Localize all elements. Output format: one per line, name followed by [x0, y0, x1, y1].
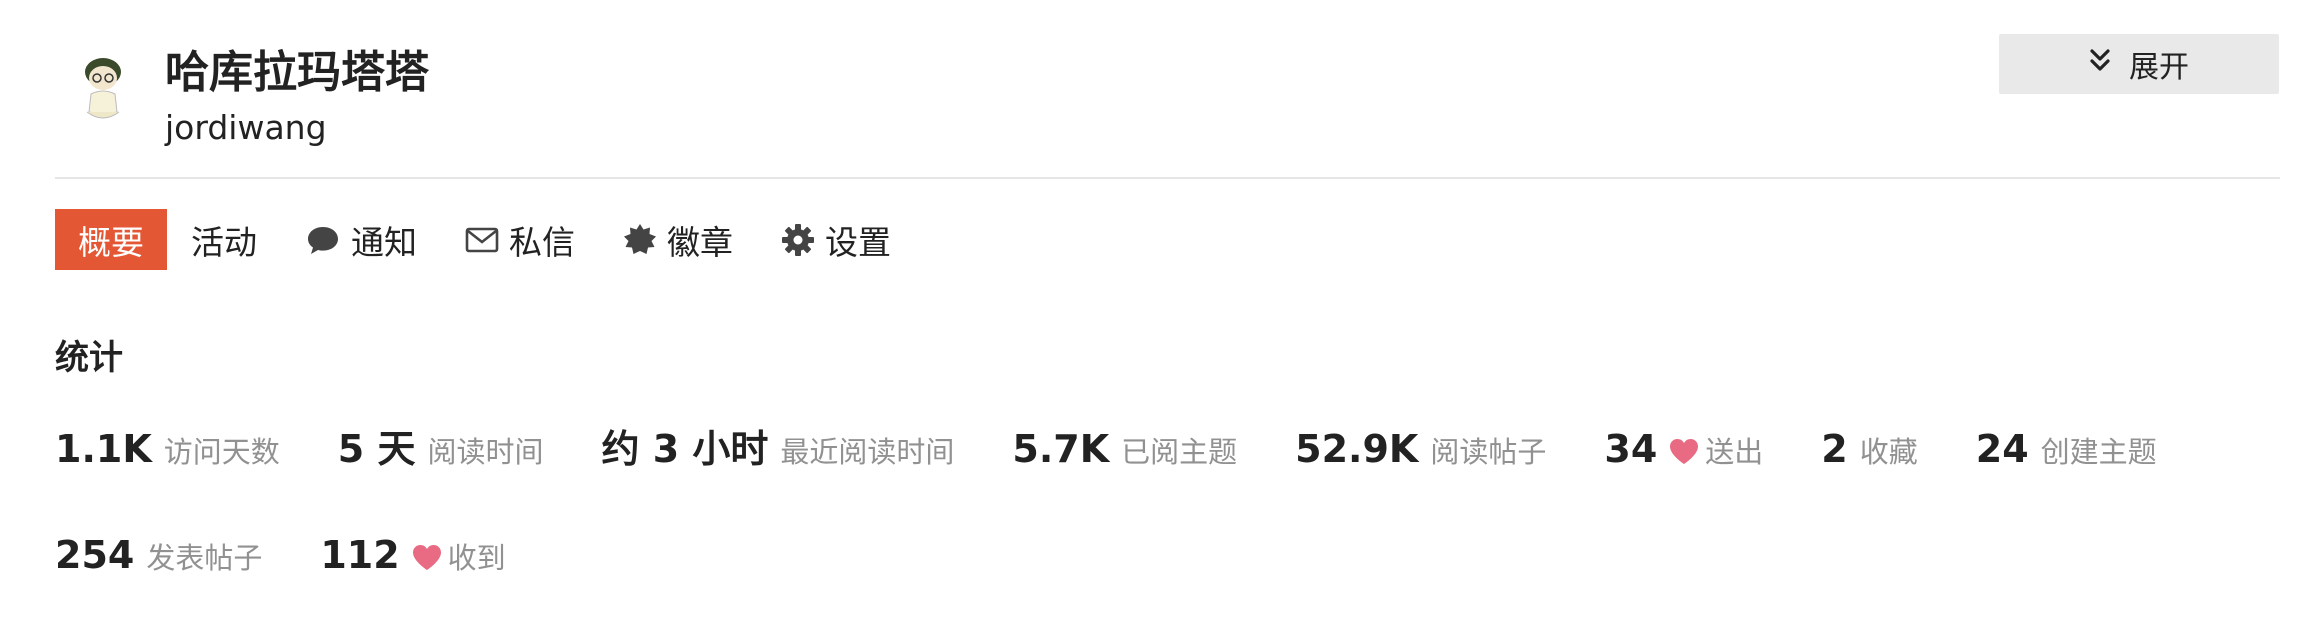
stat-value: 5.7K: [1012, 427, 1110, 471]
stat-label: 访问天数: [163, 435, 280, 469]
stat-item: 5 天 阅读时间: [338, 418, 544, 473]
stats-row: 254 发表帖子 112 收到: [55, 533, 564, 577]
tab-notifications[interactable]: 通知: [281, 209, 441, 270]
display-name: 哈库拉玛塔塔: [165, 47, 429, 98]
user-header: 哈库拉玛塔塔 jordiwang 展开: [55, 0, 2280, 178]
stat-label: 阅读时间: [427, 435, 544, 469]
tab-label: 徽章: [667, 222, 733, 262]
stat-value: 2: [1821, 427, 1848, 471]
expand-button[interactable]: 展开: [1999, 34, 2279, 94]
expand-label: 展开: [2129, 50, 2189, 85]
divider: [55, 177, 2280, 179]
stat-value: 5 天: [337, 427, 416, 471]
stat-value: 24: [1975, 427, 2029, 471]
badge-icon: [623, 223, 657, 257]
stat-label: 收到: [447, 541, 506, 575]
avatar[interactable]: [69, 50, 137, 126]
heart-icon: [1669, 438, 1699, 469]
tab-label: 活动: [191, 222, 257, 262]
stat-item: 2 收藏: [1821, 427, 1917, 471]
stat-value: 约 3 小时: [601, 427, 769, 471]
stat-item: 34 送出: [1604, 427, 1763, 471]
stat-item: 24 创建主题: [1976, 427, 2157, 471]
stat-label: 创建主题: [2040, 435, 2157, 469]
tab-label: 概要: [78, 222, 144, 262]
stat-label: 收藏: [1859, 435, 1918, 469]
username: jordiwang: [165, 108, 327, 147]
stat-label: 最近阅读时间: [780, 435, 955, 469]
stat-value: 34: [1604, 427, 1658, 471]
stat-value: 112: [320, 533, 400, 577]
stat-item: 1.1K 访问天数: [55, 427, 280, 471]
tab-label: 私信: [509, 222, 575, 262]
tab-label: 通知: [351, 222, 417, 262]
tab-label: 设置: [825, 222, 891, 262]
stat-item: 112 收到: [320, 533, 505, 577]
stat-item: 约 3 小时 最近阅读时间: [601, 418, 954, 473]
heart-icon: [412, 544, 442, 575]
stat-label: 发表帖子: [146, 541, 263, 575]
stat-label: 阅读帖子: [1430, 435, 1547, 469]
tab-activity[interactable]: 活动: [167, 209, 281, 270]
comment-icon: [305, 224, 341, 256]
stat-value: 52.9K: [1295, 427, 1419, 471]
stats-row: 1.1K 访问天数 5 天 阅读时间 约 3 小时 最近阅读时间 5.7K 已阅…: [55, 418, 2215, 473]
stat-value: 254: [55, 533, 135, 577]
profile-nav: 概要 活动 通知 私信 徽章 设置: [55, 209, 915, 270]
stats-title: 统计: [55, 338, 123, 378]
envelope-icon: [465, 226, 499, 254]
gear-icon: [781, 223, 815, 257]
stat-label: 已阅主题: [1121, 435, 1238, 469]
tab-badges[interactable]: 徽章: [599, 209, 757, 270]
stat-value: 1.1K: [55, 427, 152, 471]
chevron-double-down-icon: [2089, 47, 2111, 82]
stat-item: 52.9K 阅读帖子: [1295, 427, 1546, 471]
tab-messages[interactable]: 私信: [441, 209, 599, 270]
stat-item: 5.7K 已阅主题: [1012, 427, 1237, 471]
stat-label: 送出: [1705, 435, 1764, 469]
tab-summary[interactable]: 概要: [55, 209, 167, 270]
tab-settings[interactable]: 设置: [757, 209, 915, 270]
stat-item: 254 发表帖子: [55, 533, 262, 577]
